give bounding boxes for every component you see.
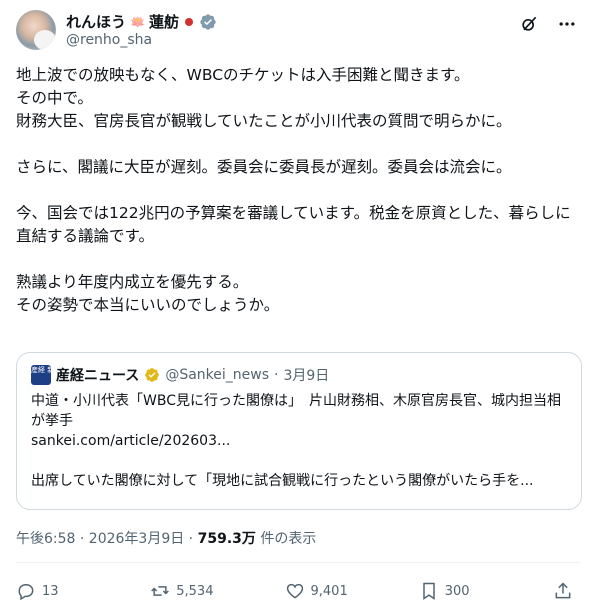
post-text: 地上波での放映もなく、WBCのチケットは入手困難と聞きます。 その中で。 財務大… [16,66,571,314]
avatar[interactable] [16,10,56,50]
like-icon [286,583,303,599]
bookmark-icon [423,582,435,600]
share-icon [555,582,571,599]
view-count: 759.3万 [197,531,256,547]
reply-count: 13 [42,583,59,599]
grok-icon[interactable] [519,14,539,34]
display-name[interactable]: れんほう [66,11,126,32]
japan-flag-icon [184,17,193,26]
author-handle[interactable]: @renho_sha [66,32,152,48]
quote-link[interactable]: sankei.com/article/202603... [31,431,567,451]
post-meta: 午後6:58 · 2026年3月9日 · 759.3万 件の表示 [16,528,316,548]
post-header: れんほう 🪷 蓮舫 @renho_sha [16,8,577,52]
gold-verified-icon [145,368,160,382]
quote-headline: 中道・小川代表「WBC見に行った閣僚は」 片山財務相、木原官房長官、城内担当相が… [31,393,561,429]
action-bar: 13 5,534 9,401 300 [16,578,577,604]
quote-handle: @Sankei_news [165,367,269,383]
author-name-row[interactable]: れんほう 🪷 蓮舫 [66,11,217,32]
post-timestamp[interactable]: 午後6:58 · 2026年3月9日 · [16,531,198,547]
lotus-emoji: 🪷 [130,14,145,29]
share-button[interactable] [553,581,577,601]
repost-button[interactable]: 5,534 [150,581,240,601]
like-button[interactable]: 9,401 [285,581,375,601]
divider [16,562,581,563]
repost-count: 5,534 [176,583,214,599]
view-count-label: 件の表示 [255,531,317,547]
reply-icon [18,584,34,601]
more-icon[interactable] [557,14,577,34]
bookmark-button[interactable]: 300 [419,581,509,601]
quoted-post[interactable]: 産経 新聞 産経ニュース @Sankei_news · 3月9日 中道・小川代表… [16,352,582,510]
repost-icon [151,586,170,596]
verified-badge-icon [200,13,216,30]
reply-button[interactable]: 13 [16,581,106,601]
kanji-name[interactable]: 蓮舫 [149,11,179,32]
bookmark-count: 300 [444,583,470,599]
quote-separator: · [274,367,279,383]
quote-date: 3月9日 [283,368,330,384]
quote-excerpt: 出席していた閣僚に対して「現地に試合観戦に行ったという閣僚がいたら手を... [31,473,534,489]
quote-author-name: 産経ニュース [56,368,140,384]
sankei-logo: 産経 新聞 [31,365,61,385]
like-count: 9,401 [310,583,348,599]
